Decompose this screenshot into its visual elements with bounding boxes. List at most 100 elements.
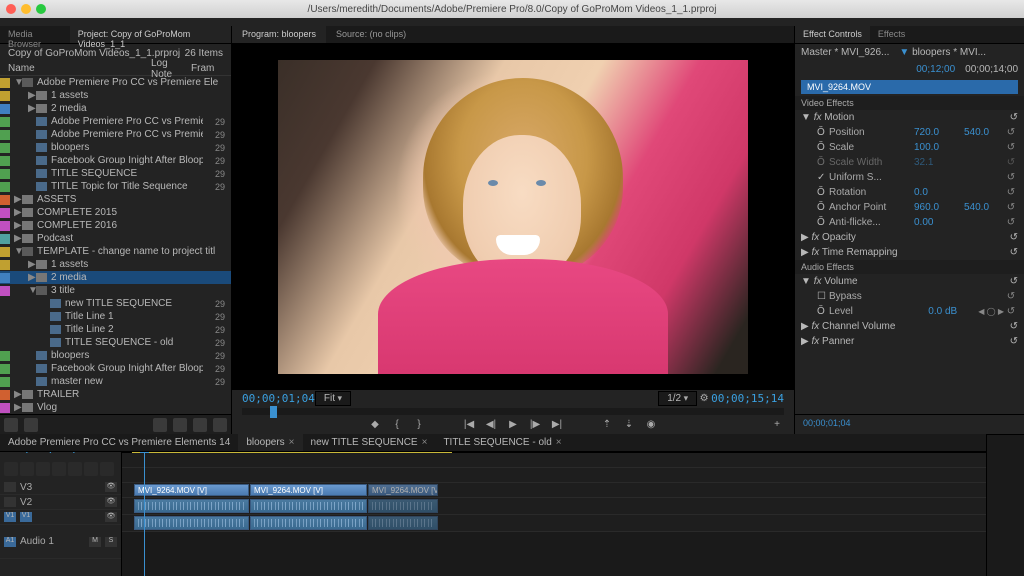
close-tab-icon[interactable]: ×: [289, 437, 295, 448]
tool-7-icon[interactable]: [100, 462, 114, 476]
track-a1[interactable]: [122, 498, 986, 515]
fx-property[interactable]: ŎRotation0.0↺: [795, 185, 1024, 200]
resolution-select[interactable]: 1/2 ▾: [658, 391, 697, 406]
effect-controls-tab[interactable]: Effect Controls: [795, 26, 870, 43]
track-v3[interactable]: [122, 453, 986, 468]
goto-in-icon[interactable]: |◀: [462, 417, 476, 431]
export-frame-icon[interactable]: ◉: [644, 417, 658, 431]
program-timecode-left[interactable]: 00;00;01;04: [242, 392, 315, 405]
trash-icon[interactable]: [213, 418, 227, 432]
timeline-playhead[interactable]: [144, 435, 145, 576]
track-header-v2[interactable]: V2👁: [0, 495, 121, 510]
tree-item[interactable]: TITLE SEQUENCE29: [0, 167, 231, 180]
sequence-tab[interactable]: Adobe Premiere Pro CC vs Premiere Elemen…: [0, 434, 238, 451]
fx-property[interactable]: ŎScale Width32.1↺: [795, 155, 1024, 170]
tree-item[interactable]: ▼Adobe Premiere Pro CC vs Premiere Ele: [0, 76, 231, 89]
tree-item[interactable]: ▶1 assets: [0, 258, 231, 271]
fx-clip-label[interactable]: bloopers * MVI...: [912, 47, 986, 58]
track-target[interactable]: V1: [20, 512, 32, 522]
timeline-clip[interactable]: [250, 499, 367, 513]
timeline-clip[interactable]: MVI_9264.MOV [V]: [368, 484, 438, 496]
project-tree[interactable]: ▼Adobe Premiere Pro CC vs Premiere Ele ▶1…: [0, 76, 231, 414]
link-icon[interactable]: [20, 462, 34, 476]
fx-section[interactable]: ▼ fx Volume↺: [795, 274, 1024, 289]
close-tab-icon[interactable]: ×: [422, 437, 428, 448]
program-scrubber[interactable]: [242, 408, 784, 415]
sequence-tab[interactable]: new TITLE SEQUENCE×: [303, 434, 436, 451]
lift-icon[interactable]: ⇡: [600, 417, 614, 431]
play-icon[interactable]: ▶: [506, 417, 520, 431]
timeline-tracks-area[interactable]: 00;0000;00;02;0000;00;04;0000;00;06;0000…: [122, 435, 986, 576]
track-v2[interactable]: [122, 468, 986, 483]
track-toggle[interactable]: V1: [4, 512, 16, 522]
track-v1[interactable]: MVI_9264.MOV [V]MVI_9264.MOV [V]MVI_9264…: [122, 483, 986, 498]
in-bracket-icon[interactable]: {: [390, 417, 404, 431]
settings-icon[interactable]: [52, 462, 66, 476]
tree-item[interactable]: ▶Vlog: [0, 401, 231, 414]
zoom-fit-select[interactable]: Fit ▾: [315, 391, 351, 406]
marker-icon[interactable]: [36, 462, 50, 476]
col-framerate[interactable]: Fram: [191, 63, 231, 74]
fx-property[interactable]: ŎPosition720.0540.0↺: [795, 125, 1024, 140]
tree-item[interactable]: ▼TEMPLATE - change name to project titl: [0, 245, 231, 258]
fx-section[interactable]: ▶ fx Channel Volume↺: [795, 319, 1024, 334]
fx-property[interactable]: ŎAnchor Point960.0540.0↺: [795, 200, 1024, 215]
tree-item[interactable]: ▶2 media: [0, 271, 231, 284]
track-header-v3[interactable]: V3👁: [0, 480, 121, 495]
program-viewer[interactable]: [232, 44, 794, 390]
button-editor-icon[interactable]: +: [770, 417, 784, 431]
fx-bypass[interactable]: ☐Bypass↺: [795, 289, 1024, 304]
track-header-a1[interactable]: A1Audio 1MS: [0, 525, 121, 559]
timeline-clip[interactable]: MVI_9264.MOV [V]: [250, 484, 367, 496]
icon-view-icon[interactable]: [24, 418, 38, 432]
fx-property[interactable]: ✓Uniform S...↺: [795, 170, 1024, 185]
goto-out-icon[interactable]: ▶|: [550, 417, 564, 431]
tree-item[interactable]: Title Line 129: [0, 310, 231, 323]
tree-item[interactable]: ▶2 media: [0, 102, 231, 115]
timeline-clip[interactable]: [368, 516, 438, 530]
tree-item[interactable]: TITLE SEQUENCE - old29: [0, 336, 231, 349]
fx-section[interactable]: ▼ fx Motion↺: [795, 110, 1024, 125]
snap-icon[interactable]: [4, 462, 18, 476]
col-name[interactable]: Name: [0, 63, 151, 74]
tree-item[interactable]: new TITLE SEQUENCE29: [0, 297, 231, 310]
tree-item[interactable]: Title Line 229: [0, 323, 231, 336]
tree-item[interactable]: Facebook Group Inight After Bloop29: [0, 362, 231, 375]
tree-item[interactable]: Adobe Premiere Pro CC vs Premiere29: [0, 115, 231, 128]
tree-item[interactable]: bloopers29: [0, 349, 231, 362]
new-item-icon[interactable]: [193, 418, 207, 432]
tool-6-icon[interactable]: [84, 462, 98, 476]
step-back-icon[interactable]: ◀|: [484, 417, 498, 431]
new-bin-icon[interactable]: [173, 418, 187, 432]
fx-property[interactable]: ŎScale100.0↺: [795, 140, 1024, 155]
tree-item[interactable]: ▶COMPLETE 2016: [0, 219, 231, 232]
timeline-clip[interactable]: [250, 516, 367, 530]
tree-item[interactable]: master new29: [0, 375, 231, 388]
mark-in-icon[interactable]: ◆: [368, 417, 382, 431]
sequence-tab[interactable]: bloopers×: [238, 434, 302, 451]
track-header-v1[interactable]: V1 V1 👁: [0, 510, 121, 525]
tree-item[interactable]: ▶ASSETS: [0, 193, 231, 206]
track-a1b[interactable]: [122, 515, 986, 532]
timeline-clip[interactable]: [134, 516, 249, 530]
eye-icon[interactable]: 👁: [105, 497, 117, 507]
find-icon[interactable]: [153, 418, 167, 432]
fx-level[interactable]: ŎLevel0.0 dB◀ ◯ ▶↺: [795, 304, 1024, 319]
tree-item[interactable]: Adobe Premiere Pro CC vs Premiere29: [0, 128, 231, 141]
eye-icon[interactable]: 👁: [105, 482, 117, 492]
source-tab[interactable]: Source: (no clips): [326, 26, 416, 43]
timeline-clip[interactable]: [368, 499, 438, 513]
list-view-icon[interactable]: [4, 418, 18, 432]
fx-property[interactable]: ŎAnti-flicke...0.00↺: [795, 215, 1024, 230]
fx-clipname[interactable]: MVI_9264.MOV: [801, 80, 1018, 94]
extract-icon[interactable]: ⇣: [622, 417, 636, 431]
tree-item[interactable]: ▶TRAILER: [0, 388, 231, 401]
track-toggle[interactable]: A1: [4, 537, 16, 547]
track-toggle[interactable]: [4, 497, 16, 507]
timeline-clip[interactable]: MVI_9264.MOV [V]: [134, 484, 249, 496]
close-tab-icon[interactable]: ×: [556, 437, 562, 448]
eye-icon[interactable]: 👁: [105, 512, 117, 522]
program-timecode-right[interactable]: 00;00;15;14: [711, 392, 784, 405]
program-tab[interactable]: Program: bloopers: [232, 26, 326, 43]
fx-section[interactable]: ▶ fx Time Remapping↺: [795, 245, 1024, 260]
